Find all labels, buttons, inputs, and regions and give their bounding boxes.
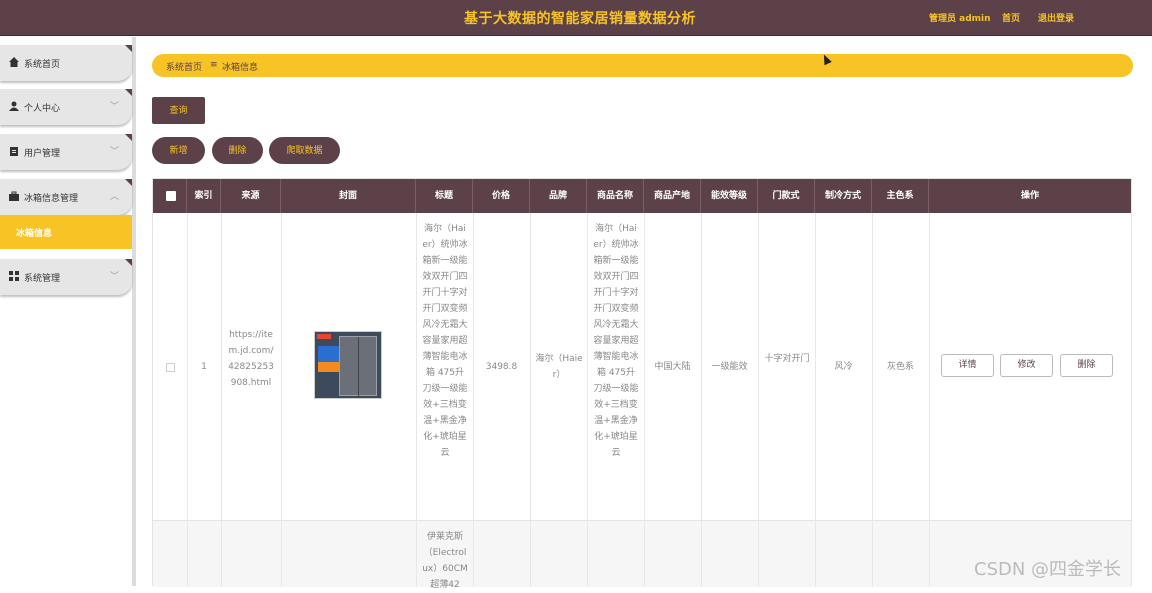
col-divider (416, 213, 417, 587)
query-button[interactable]: 查询 (152, 97, 205, 124)
th-door: 门款式 (758, 179, 815, 213)
th-cover: 封面 (281, 179, 416, 213)
cell-origin: 中国大陆 (654, 362, 691, 372)
watermark: CSDN @四金学长 (974, 559, 1122, 580)
cell-brand: 海尔（Haier） (535, 354, 583, 380)
th-source: 来源 (221, 179, 281, 213)
th-title: 标题 (416, 179, 473, 213)
add-button[interactable]: 新增 (152, 137, 205, 164)
fridge-illustration (339, 336, 377, 397)
col-divider (530, 213, 531, 587)
col-divider (587, 213, 588, 587)
breadcrumb: 系统首页 ≡ 冰箱信息 (152, 54, 1133, 77)
col-divider (929, 213, 930, 587)
sidebar-item-users[interactable]: 用户管理 ﹀ (0, 134, 132, 170)
breadcrumb-separator: ≡ (210, 60, 218, 70)
admin-label[interactable]: 管理员 admin (929, 11, 991, 24)
breadcrumb-current: 冰箱信息 (222, 63, 259, 73)
th-actions: 操作 (929, 179, 1131, 213)
breadcrumb-home[interactable]: 系统首页 (166, 60, 202, 73)
col-divider (758, 213, 759, 587)
select-all-checkbox[interactable] (166, 191, 176, 201)
header-select-all[interactable] (153, 179, 187, 213)
cell-color: 灰色系 (886, 362, 914, 372)
brand-logo (317, 334, 331, 339)
col-divider (187, 213, 188, 587)
col-divider (815, 213, 816, 587)
chevron-down-icon: ﹀ (110, 102, 120, 112)
col-divider (872, 213, 873, 587)
edit-button[interactable]: 修改 (1000, 354, 1053, 377)
col-divider (281, 213, 282, 587)
sidebar-subitem-fridge-info[interactable]: 冰箱信息 (0, 215, 132, 249)
cell-energy: 一级能效 (711, 362, 748, 372)
sidebar-subitem-label: 冰箱信息 (16, 229, 53, 239)
cell-title: 伊莱克斯（Electrolux）60CM超薄42 (422, 532, 468, 590)
col-divider (473, 213, 474, 587)
sidebar: 系统首页 个人中心 ﹀ 用户管理 ﹀ 冰箱信息管理 ︿ 冰箱信息 系统管理 ﹀ (0, 37, 136, 586)
product-cover-image (314, 331, 382, 399)
sidebar-item-home[interactable]: 系统首页 (0, 45, 132, 81)
chevron-down-icon: ﹀ (110, 147, 120, 157)
briefcase-icon (9, 191, 19, 201)
chevron-down-icon: ﹀ (110, 272, 120, 282)
detail-button[interactable]: 详情 (941, 354, 994, 377)
cell-title: 海尔（Haier）统帅冰箱新一级能效双开门四开门十字对开门双变频风冷无霜大容量家… (422, 224, 468, 458)
chevron-up-icon: ︿ (110, 192, 120, 202)
cell-source: https://item.jd.com/42825253908.html (228, 330, 274, 388)
sidebar-item-system[interactable]: 系统管理 ﹀ (0, 259, 132, 295)
th-brand: 品牌 (530, 179, 587, 213)
th-cooling: 制冷方式 (815, 179, 872, 213)
row-delete-button[interactable]: 删除 (1060, 354, 1113, 377)
sidebar-item-fridge-management[interactable]: 冰箱信息管理 ︿ (0, 179, 132, 215)
price-tag (318, 362, 340, 372)
row-checkbox[interactable] (166, 363, 175, 372)
cell-cooling: 风冷 (834, 362, 853, 372)
cell-price: 3498.8 (485, 362, 518, 372)
grid-icon (9, 271, 19, 281)
cell-door: 十字对开门 (764, 354, 810, 364)
th-product-name: 商品名称 (587, 179, 644, 213)
sidebar-item-label: 冰箱信息管理 (24, 194, 79, 204)
sidebar-item-label: 系统首页 (24, 60, 61, 70)
col-divider (644, 213, 645, 587)
sidebar-item-label: 个人中心 (24, 104, 61, 114)
th-price: 价格 (473, 179, 530, 213)
row-divider (153, 520, 1131, 521)
crawl-data-button[interactable]: 爬取数据 (269, 137, 340, 164)
th-index: 索引 (187, 179, 221, 213)
home-link[interactable]: 首页 (1002, 11, 1020, 24)
clipboard-icon (10, 147, 18, 156)
data-table: 索引 来源 封面 标题 价格 品牌 商品名称 商品产地 能效等级 门款式 制冷方… (152, 178, 1132, 590)
th-color: 主色系 (872, 179, 929, 213)
sidebar-item-personal[interactable]: 个人中心 ﹀ (0, 89, 132, 125)
sidebar-item-label: 系统管理 (24, 274, 61, 284)
col-divider (701, 213, 702, 587)
logout-link[interactable]: 退出登录 (1038, 11, 1074, 24)
user-icon (9, 101, 19, 111)
col-divider (221, 213, 222, 587)
top-header: 基于大数据的智能家居销量数据分析 管理员 admin 首页 退出登录 (0, 0, 1152, 36)
home-icon (9, 57, 19, 67)
delete-button[interactable]: 删除 (212, 137, 263, 164)
sidebar-item-label: 用户管理 (24, 149, 61, 159)
cell-product-name: 海尔（Haier）统帅冰箱新一级能效双开门四开门十字对开门双变频风冷无霜大容量家… (593, 224, 639, 458)
cell-index: 1 (201, 362, 207, 372)
th-energy: 能效等级 (701, 179, 758, 213)
th-origin: 商品产地 (644, 179, 701, 213)
